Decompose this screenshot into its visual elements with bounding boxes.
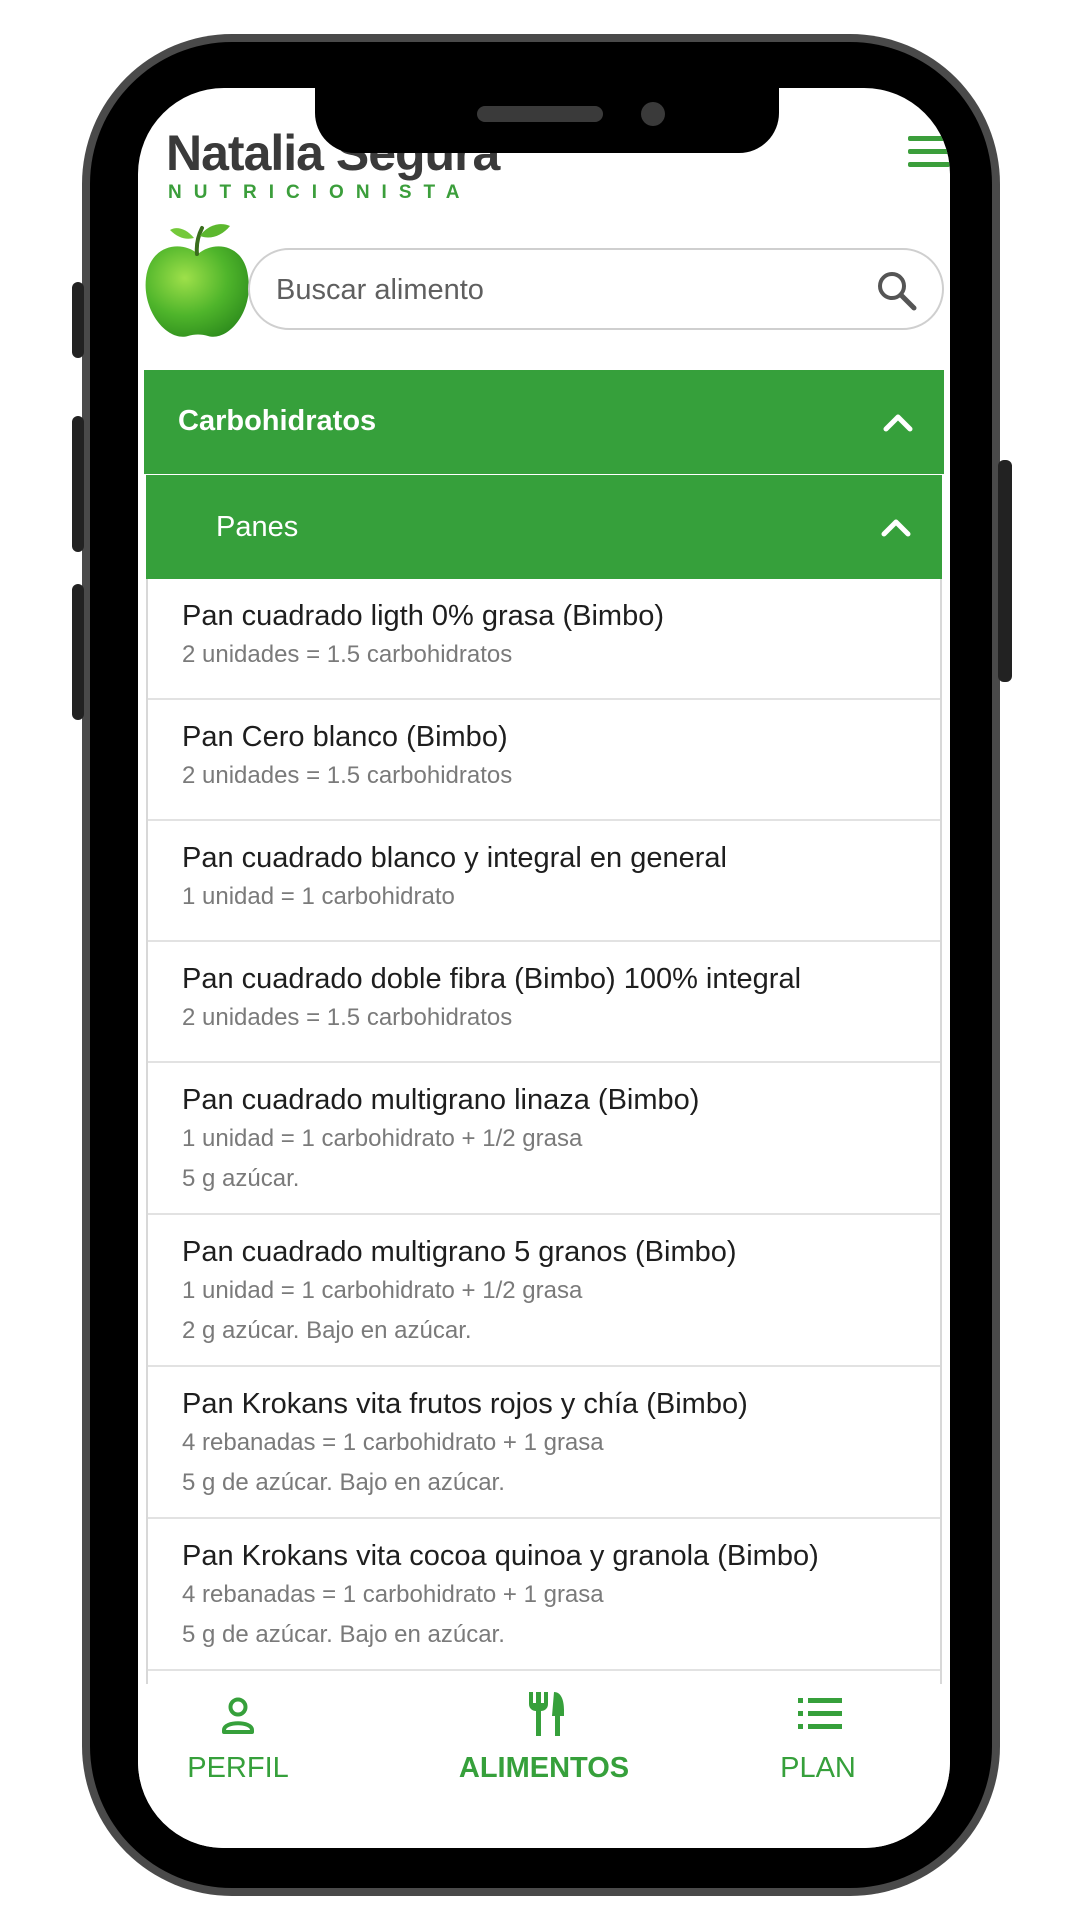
food-title: Pan cuadrado multigrano 5 granos (Bimbo)	[182, 1236, 737, 1268]
food-detail: 4 rebanadas = 1 carbohidrato + 1 grasa	[182, 1581, 604, 1608]
search-input[interactable]	[274, 266, 838, 314]
utensils-icon	[529, 1692, 564, 1736]
list-item[interactable]: Pan Cero blanco (Bimbo) 2 unidades = 1.5…	[148, 700, 940, 821]
phone-power-button	[998, 460, 1012, 682]
category-header-carbohidratos[interactable]: Carbohidratos	[144, 370, 944, 474]
speaker-grille	[477, 106, 603, 122]
food-title: Pan cuadrado doble fibra (Bimbo) 100% in…	[182, 963, 802, 995]
front-camera	[641, 102, 665, 126]
food-detail: 1 unidad = 1 carbohidrato + 1/2 grasa	[182, 1277, 583, 1304]
food-note: 5 g azúcar.	[182, 1165, 300, 1192]
bottom-nav: PERFIL ALIMENTOS PLAN	[138, 1684, 950, 1848]
food-detail: 4 rebanadas = 1 carbohidrato + 1 grasa	[182, 1429, 604, 1456]
food-title: Pan cuadrado multigrano linaza (Bimbo)	[182, 1084, 700, 1116]
phone-notch	[315, 88, 779, 153]
subcategory-header-panes[interactable]: Panes	[146, 475, 942, 579]
nav-label-perfil: PERFIL	[187, 1752, 289, 1784]
food-detail: 1 unidad = 1 carbohidrato + 1/2 grasa	[182, 1125, 583, 1152]
apple-icon	[145, 224, 249, 337]
person-icon	[222, 1697, 254, 1734]
category-label: Carbohidratos	[178, 405, 377, 437]
food-detail: 2 unidades = 1.5 carbohidratos	[182, 1004, 513, 1031]
food-note: 5 g de azúcar. Bajo en azúcar.	[182, 1469, 505, 1496]
food-detail: 2 unidades = 1.5 carbohidratos	[182, 762, 513, 789]
app-screen: Natalia Segura NUTRICIONISTA Carbohidrat…	[138, 88, 950, 1848]
subcategory-label: Panes	[216, 511, 299, 543]
list-item[interactable]: Pan cuadrado multigrano linaza (Bimbo) 1…	[148, 1063, 940, 1215]
phone-volume-up-button	[72, 416, 84, 552]
nav-label-alimentos: ALIMENTOS	[458, 1752, 630, 1784]
brand-subtitle: NUTRICIONISTA	[168, 182, 472, 203]
nav-label-plan: PLAN	[780, 1752, 856, 1784]
food-title: Pan Krokans vita cocoa quinoa y granola …	[182, 1540, 819, 1572]
food-title: Pan cuadrado ligth 0% grasa (Bimbo)	[182, 600, 664, 632]
chevron-up-icon	[881, 519, 911, 537]
list-item[interactable]: Pan Krokans vita frutos rojos y chía (Bi…	[148, 1367, 940, 1519]
list-item[interactable]: Pan cuadrado blanco y integral en genera…	[148, 821, 940, 942]
search-icon[interactable]	[874, 268, 918, 312]
nav-perfil[interactable]: PERFIL	[138, 1684, 338, 1824]
phone-volume-down-button	[72, 584, 84, 720]
food-title: Pan Krokans vita frutos rojos y chía (Bi…	[182, 1388, 748, 1420]
nav-alimentos[interactable]: ALIMENTOS	[444, 1684, 644, 1824]
phone-side-button	[72, 282, 84, 358]
list-icon	[798, 1698, 842, 1729]
list-item[interactable]: Pan cuadrado doble fibra (Bimbo) 100% in…	[148, 942, 940, 1063]
food-note: 2 g azúcar. Bajo en azúcar.	[182, 1317, 472, 1344]
chevron-up-icon	[883, 414, 913, 432]
food-detail: 2 unidades = 1.5 carbohidratos	[182, 641, 513, 668]
list-item[interactable]: Pan cuadrado multigrano 5 granos (Bimbo)…	[148, 1215, 940, 1367]
food-note: 5 g de azúcar. Bajo en azúcar.	[182, 1621, 505, 1648]
list-item[interactable]: Pan cuadrado ligth 0% grasa (Bimbo) 2 un…	[148, 579, 940, 700]
search-bar	[248, 248, 944, 330]
food-detail: 1 unidad = 1 carbohidrato	[182, 883, 455, 910]
nav-plan[interactable]: PLAN	[718, 1684, 918, 1824]
list-item[interactable]: Pan Krokans vita cocoa quinoa y granola …	[148, 1519, 940, 1671]
food-title: Pan Cero blanco (Bimbo)	[182, 721, 508, 753]
food-title: Pan cuadrado blanco y integral en genera…	[182, 842, 727, 874]
food-list: Pan cuadrado ligth 0% grasa (Bimbo) 2 un…	[146, 579, 942, 1684]
hamburger-menu-icon[interactable]	[908, 136, 950, 170]
